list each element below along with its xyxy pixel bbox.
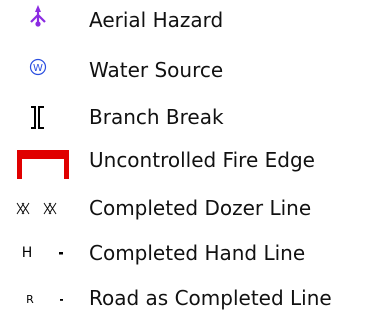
uncontrolled-fire-edge-icon <box>0 140 80 180</box>
completed-dozer-line-icon <box>0 188 80 228</box>
legend-label: Water Source <box>89 58 224 82</box>
water-source-icon: W <box>0 50 80 90</box>
legend-item-road-as-completed-line: R Road as Completed Line <box>0 278 377 318</box>
legend-item-completed-hand-line: H Completed Hand Line <box>0 233 377 273</box>
water-source-symbol: W <box>33 63 43 74</box>
hand-line-symbol: H <box>22 245 33 261</box>
legend-item-completed-dozer-line: Completed Dozer Line <box>0 188 377 228</box>
legend-label: Aerial Hazard <box>89 8 224 32</box>
legend-item-uncontrolled-fire-edge: Uncontrolled Fire Edge <box>0 140 377 180</box>
legend-label: Completed Dozer Line <box>89 196 312 220</box>
legend-item-branch-break: Branch Break <box>0 97 377 137</box>
legend-label: Completed Hand Line <box>89 241 306 265</box>
legend-item-water-source: W Water Source <box>0 50 377 90</box>
legend-item-aerial-hazard: Aerial Hazard <box>0 0 377 40</box>
legend-label: Uncontrolled Fire Edge <box>89 148 315 172</box>
legend-label: Branch Break <box>89 105 224 129</box>
aerial-hazard-icon <box>0 0 80 40</box>
road-as-completed-line-icon: R <box>0 278 80 318</box>
map-legend: Aerial Hazard W Water Source Branch Brea… <box>0 0 377 318</box>
branch-break-icon <box>0 97 80 137</box>
completed-hand-line-icon: H <box>0 233 80 273</box>
road-line-symbol: R <box>26 293 34 306</box>
legend-label: Road as Completed Line <box>89 286 332 310</box>
